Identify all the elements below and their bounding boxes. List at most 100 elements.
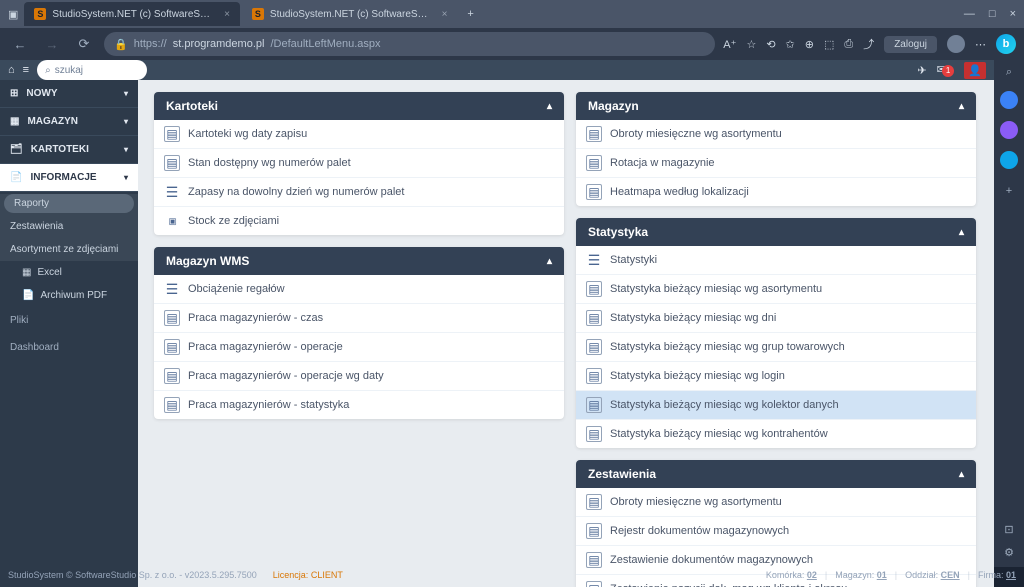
collapse-icon[interactable]: ▴ (959, 469, 964, 480)
chevron-icon: ▾ (124, 145, 128, 154)
sidebar-group[interactable]: Dashboard (0, 334, 138, 361)
shopping-icon[interactable] (1000, 121, 1018, 139)
send-icon[interactable]: ✈ (917, 64, 926, 77)
sidebar-sub-item[interactable]: Asortyment ze zdjęciami (0, 238, 138, 261)
panel-item[interactable]: ▤Kartoteki wg daty zapisu (154, 120, 564, 149)
chat-icon[interactable] (1000, 91, 1018, 109)
refresh-button[interactable]: ⟳ (72, 32, 96, 56)
document-icon: ▤ (586, 310, 602, 326)
favorites-icon[interactable]: ✩ (786, 38, 795, 51)
panel-item[interactable]: ▤ Rejestr dokumentów magazynowych (576, 517, 976, 546)
document-icon: ▤ (164, 155, 180, 171)
status-item: Firma: 01 (978, 570, 1016, 580)
new-tab-button[interactable]: + (459, 8, 481, 20)
panel-item[interactable]: ▤Praca magazynierów - czas (154, 304, 564, 333)
sidebar-group[interactable]: Pliki (0, 307, 138, 334)
collections-icon[interactable]: ⊕ (805, 38, 814, 51)
panel-item[interactable]: ☰Zapasy na dowolny dzień wg numerów pale… (154, 178, 564, 207)
panel-item[interactable]: ▤Praca magazynierów - operacje wg daty (154, 362, 564, 391)
close-button[interactable]: × (1010, 8, 1016, 20)
panel-item-label: Praca magazynierów - statystyka (188, 399, 349, 411)
document-icon: ▤ (586, 281, 602, 297)
panel-item-label: Zapasy na dowolny dzień wg numerów palet (188, 186, 404, 198)
star-icon[interactable]: ☆ (746, 38, 756, 51)
sidebar-sub-item[interactable]: Zestawienia (0, 215, 138, 238)
close-icon[interactable]: × (224, 9, 230, 20)
menu-icon[interactable]: ⋯ (975, 38, 986, 51)
login-button[interactable]: Zaloguj (884, 36, 937, 53)
sidebar-section[interactable]: ⊞NOWY▾ (0, 80, 138, 107)
panel-item[interactable]: ◈Stock ze zdjęciami (154, 207, 564, 235)
share-icon[interactable]: ⤴ (863, 36, 874, 52)
browser-tab[interactable]: S StudioSystem.NET (c) SoftwareS… × (242, 2, 458, 26)
search-input[interactable]: ⌕ szukaj (37, 60, 147, 80)
panel-item[interactable]: ▤Rotacja w magazynie (576, 149, 976, 178)
panel: Magazyn▴▤Obroty miesięczne wg asortyment… (576, 92, 976, 206)
panel-header[interactable]: Kartoteki▴ (154, 92, 564, 120)
panel-item[interactable]: ▤Stan dostępny wg numerów palet (154, 149, 564, 178)
mail-icon[interactable]: ✉1 (937, 63, 955, 77)
home-icon[interactable]: ⌂ (8, 64, 15, 76)
plus-icon[interactable]: + (1006, 185, 1012, 197)
panel-item[interactable]: ▤Statystyka bieżący miesiąc wg asortymen… (576, 275, 976, 304)
panel-item[interactable]: ▤Statystyka bieżący miesiąc wg kolektor … (576, 391, 976, 420)
collapse-icon[interactable]: ▴ (547, 101, 552, 112)
panel-item[interactable]: ▤Praca magazynierów - operacje (154, 333, 564, 362)
profile-icon[interactable] (947, 35, 965, 53)
performance-icon[interactable]: ⊡ (1004, 523, 1013, 536)
maximize-button[interactable]: □ (989, 8, 996, 20)
document-icon: ▤ (586, 155, 602, 171)
panel-header[interactable]: Magazyn▴ (576, 92, 976, 120)
browser-tab[interactable]: S StudioSystem.NET (c) SoftwareS… × (24, 2, 240, 26)
sidebar-section[interactable]: ▦MAGAZYN▾ (0, 108, 138, 135)
panel-item[interactable]: ▤Praca magazynierów - statystyka (154, 391, 564, 419)
panel-item[interactable]: ▤Obroty miesięczne wg asortymentu (576, 120, 976, 149)
window-titlebar: ▣ S StudioSystem.NET (c) SoftwareS… × S … (0, 0, 1024, 28)
window-controls: — □ × (964, 8, 1016, 20)
bing-icon[interactable]: b (996, 34, 1016, 54)
collapse-icon[interactable]: ▴ (547, 256, 552, 267)
document-icon: ▤ (586, 494, 602, 510)
collapse-icon[interactable]: ▴ (959, 227, 964, 238)
back-button[interactable]: ← (8, 32, 32, 56)
panel-item-label: Statystyki (610, 254, 657, 266)
sidebar-link[interactable]: ▦Excel (0, 261, 138, 284)
panel-header[interactable]: Statystyka▴ (576, 218, 976, 246)
panel-item[interactable]: ▤Statystyka bieżący miesiąc wg dni (576, 304, 976, 333)
close-icon[interactable]: × (442, 9, 448, 20)
panel-item[interactable]: ▤Heatmapa według lokalizacji (576, 178, 976, 206)
panel-item[interactable]: ☰Obciążenie regałów (154, 275, 564, 304)
panel-header[interactable]: Magazyn WMS▴ (154, 247, 564, 275)
collapse-icon[interactable]: ▴ (959, 101, 964, 112)
favicon-icon: S (252, 8, 264, 20)
panel-header[interactable]: Zestawienia ▴ (576, 460, 976, 488)
forward-button[interactable]: → (40, 32, 64, 56)
panel-item-label: Statystyka bieżący miesiąc wg login (610, 370, 785, 382)
panel-item-label: Rejestr dokumentów magazynowych (610, 525, 789, 537)
panel-item[interactable]: ☰Statystyki (576, 246, 976, 275)
tools-icon[interactable] (1000, 151, 1018, 169)
sidebar-section[interactable]: 🗂KARTOTEKI▾ (0, 136, 138, 163)
read-aloud-icon[interactable]: A⁺ (723, 38, 736, 51)
panel-title: Zestawienia (588, 467, 656, 481)
settings-icon[interactable]: ⚙ (1004, 546, 1014, 559)
url-input[interactable]: 🔒 https://st.programdemo.pl/DefaultLeftM… (104, 32, 715, 56)
sidebar-section[interactable]: 📄INFORMACJE▾ (0, 164, 138, 191)
panel-item[interactable]: ▤Statystyka bieżący miesiąc wg grup towa… (576, 333, 976, 362)
user-icon[interactable]: 👤 (964, 62, 986, 79)
panel: Zestawienia ▴ ▤ Obroty miesięczne wg asorty… (576, 460, 976, 587)
sidebar-sub-item[interactable]: Raporty (4, 194, 134, 213)
sync-icon[interactable]: ⟲ (766, 38, 775, 51)
extensions-icon[interactable]: ⬚ (824, 38, 834, 51)
panel-item-label: Obroty miesięczne wg asortymentu (610, 496, 782, 508)
snapshot-icon[interactable]: ⎙ (844, 38, 853, 51)
panel-item-label: Statystyka bieżący miesiąc wg kolektor d… (610, 399, 839, 411)
panel-item[interactable]: ▤Statystyka bieżący miesiąc wg login (576, 362, 976, 391)
search-icon[interactable]: ⌕ (1006, 66, 1012, 79)
panel-item[interactable]: ▤Statystyka bieżący miesiąc wg kontrahen… (576, 420, 976, 448)
sidebar-link[interactable]: 📄Archiwum PDF (0, 284, 138, 307)
document-icon: ▤ (586, 523, 602, 539)
panel-item[interactable]: ▤ Obroty miesięczne wg asortymentu (576, 488, 976, 517)
minimize-button[interactable]: — (964, 8, 975, 20)
hamburger-icon[interactable]: ≡ (23, 64, 29, 76)
